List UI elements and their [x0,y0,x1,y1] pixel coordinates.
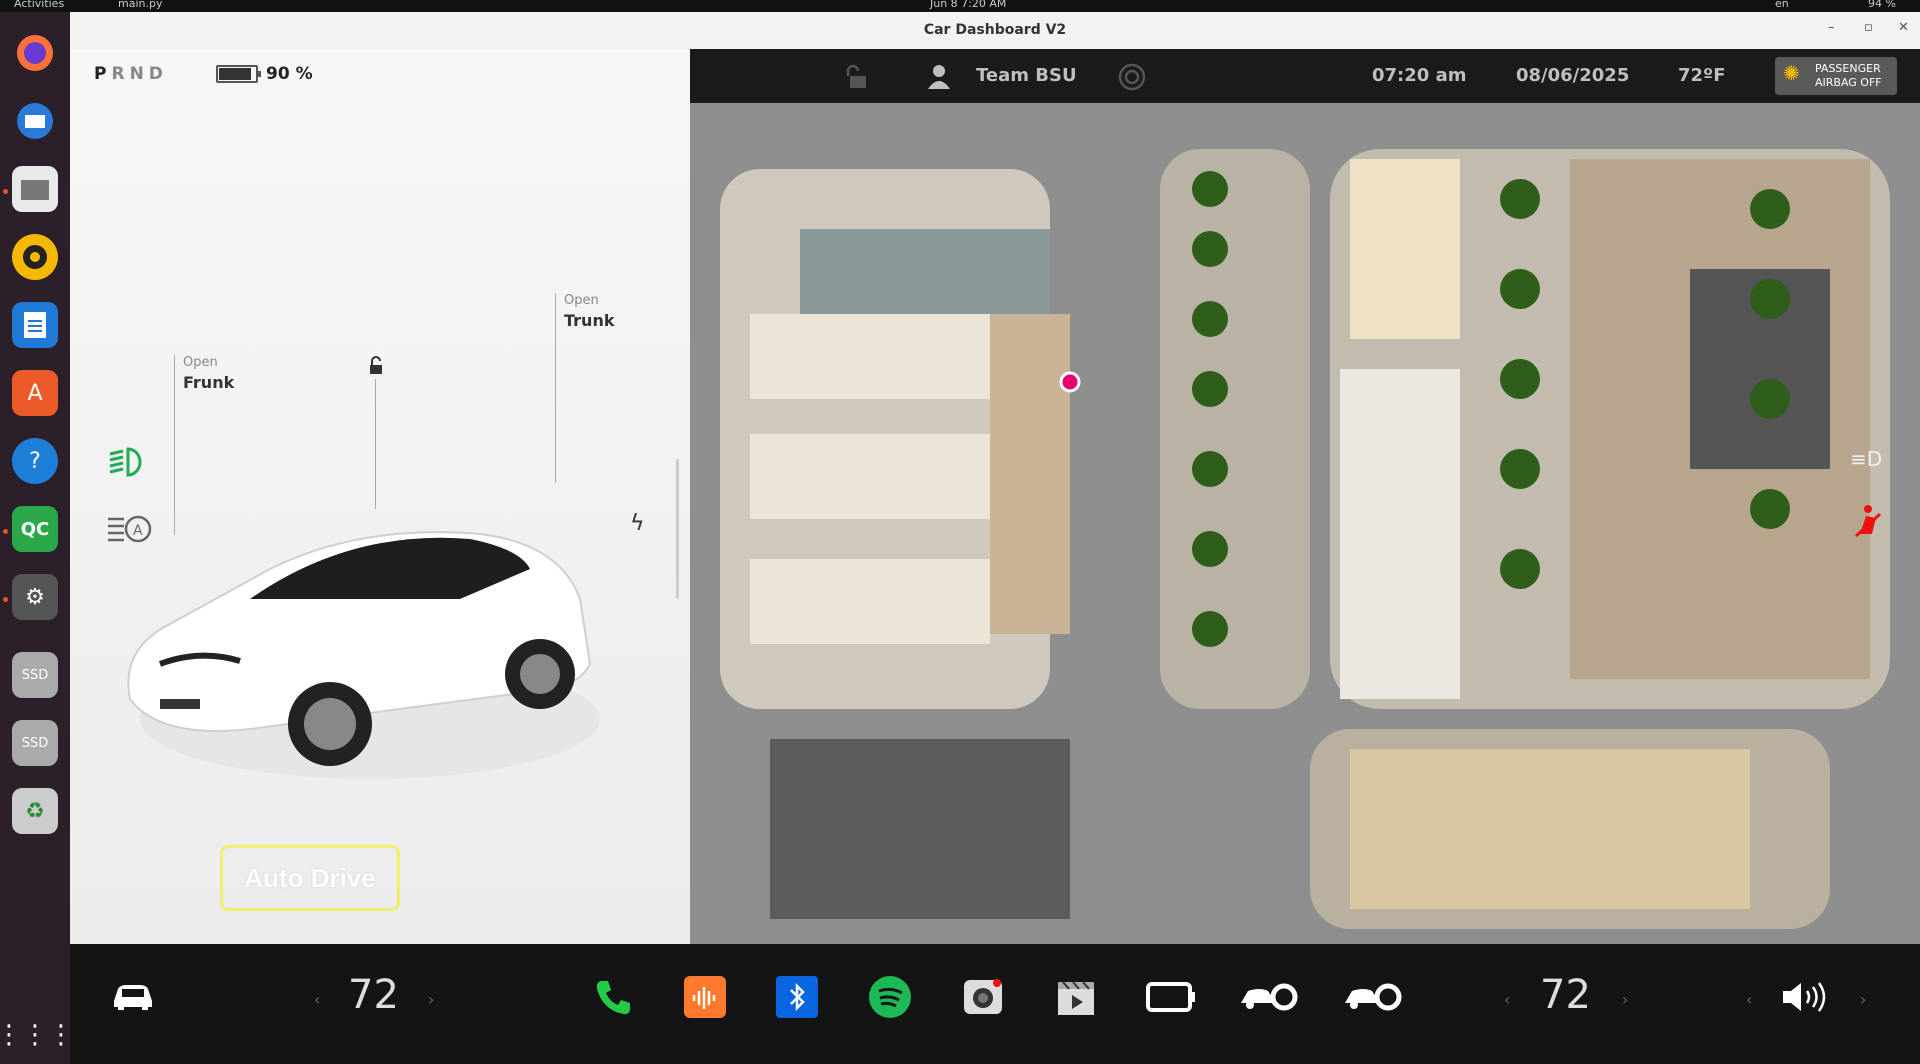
passenger-airbag-status: ✺ PASSENGER AIRBAG OFF [1775,57,1897,95]
help-icon[interactable]: ? [12,438,58,484]
car-settings-icon[interactable] [1236,974,1306,1020]
sentry-icon[interactable] [1118,63,1146,95]
vehicle-panel: PRND 90 % Open Frunk Open Trunk A ϟ Auto… [70,49,690,944]
screen-icon[interactable] [1143,974,1199,1020]
close-button[interactable]: ✕ [1898,20,1909,35]
date-display: 08/06/2025 [1516,65,1630,86]
lock-icon[interactable] [365,355,387,381]
trunk-state: Open [564,293,599,308]
unlock-icon[interactable] [844,63,870,95]
phone-icon[interactable] [590,974,636,1020]
rhythmbox-icon[interactable] [12,234,58,280]
battery-percent: 90 % [266,64,313,84]
frunk-button[interactable]: Frunk [183,373,234,392]
volume-down[interactable]: ‹ [1746,990,1752,1009]
car-settings-icon-2[interactable] [1340,974,1410,1020]
software-center-icon[interactable]: A [12,370,58,416]
trunk-button[interactable]: Trunk [564,311,614,330]
gear-selector[interactable]: PRND [94,64,168,84]
right-temp-down[interactable]: ‹ [1504,990,1510,1009]
map-status-bar: Team BSU 07:20 am 08/06/2025 72ºF ✺ PASS… [690,49,1920,103]
car-icon[interactable] [108,976,158,1016]
map-headlight-icon: ≡D [1850,447,1883,471]
gear-r[interactable]: R [111,64,129,84]
settings-icon[interactable]: ⚙ [12,574,58,620]
drive-icon-1[interactable]: SSD [12,652,58,698]
writer-icon[interactable] [12,302,58,348]
trash-icon[interactable]: ♻ [12,788,58,834]
video-icon[interactable] [1053,974,1099,1020]
bottom-control-bar: ‹ 72 › ‹ 72 › ‹ › [70,944,1920,1064]
launcher-dock: A ? QC ⚙ SSD SSD ♻ ⋮⋮⋮ [0,12,74,1064]
left-temp-down[interactable]: ‹ [314,990,320,1009]
window-title: Car Dashboard V2 [923,22,1067,38]
user-icon [926,63,952,93]
time-display: 07:20 am [1372,65,1467,86]
map-image[interactable] [690,49,1920,944]
spotify-icon[interactable] [867,974,913,1020]
volume-icon[interactable] [1776,974,1836,1020]
window-titlebar: Car Dashboard V2 – ▫ ✕ [70,12,1920,50]
left-temp-up[interactable]: › [428,990,434,1009]
minimize-button[interactable]: – [1828,20,1835,35]
right-temp-up[interactable]: › [1622,990,1628,1009]
battery-icon [216,65,261,83]
activities-button[interactable]: Activities [14,0,64,10]
volume-up[interactable]: › [1860,990,1866,1009]
drive-icon-2[interactable]: SSD [12,720,58,766]
driver-temperature: 72 [348,972,399,1018]
charge-port-icon[interactable]: ϟ [630,511,645,536]
gear-n[interactable]: N [130,64,149,84]
clock[interactable]: Jun 8 7:20 AM [930,0,1006,10]
bluetooth-icon[interactable] [776,976,818,1018]
battery-status[interactable]: 94 % [1868,0,1896,10]
system-top-bar: Activities main.py Jun 8 7:20 AM en 94 % [0,0,1920,12]
map-view[interactable]: ≡D Team BSU 07:20 am 08/06/2025 72ºF ✺ P… [690,49,1920,944]
temperature-display: 72ºF [1678,65,1726,86]
language-indicator[interactable]: en [1775,0,1789,10]
frunk-state: Open [183,355,218,370]
scrollbar[interactable] [676,459,679,599]
car-image [127,531,600,779]
passenger-temperature: 72 [1540,972,1591,1018]
show-apps-icon[interactable]: ⋮⋮⋮ [0,1012,74,1058]
firefox-icon[interactable] [12,30,58,76]
app-menu[interactable]: main.py [118,0,162,10]
auto-drive-button[interactable]: Auto Drive [220,845,400,911]
team-name: Team BSU [976,65,1077,86]
airbag-icon: ✺ [1783,61,1800,85]
thunderbird-icon[interactable] [12,98,58,144]
gear-p[interactable]: P [94,64,111,84]
camera-icon[interactable] [960,974,1006,1020]
gear-d[interactable]: D [149,64,168,84]
audio-icon[interactable] [684,976,726,1018]
files-icon[interactable] [12,166,58,212]
maximize-button[interactable]: ▫ [1864,20,1873,35]
qtcreator-icon[interactable]: QC [12,506,58,552]
seatbelt-warning-icon [1852,504,1882,542]
